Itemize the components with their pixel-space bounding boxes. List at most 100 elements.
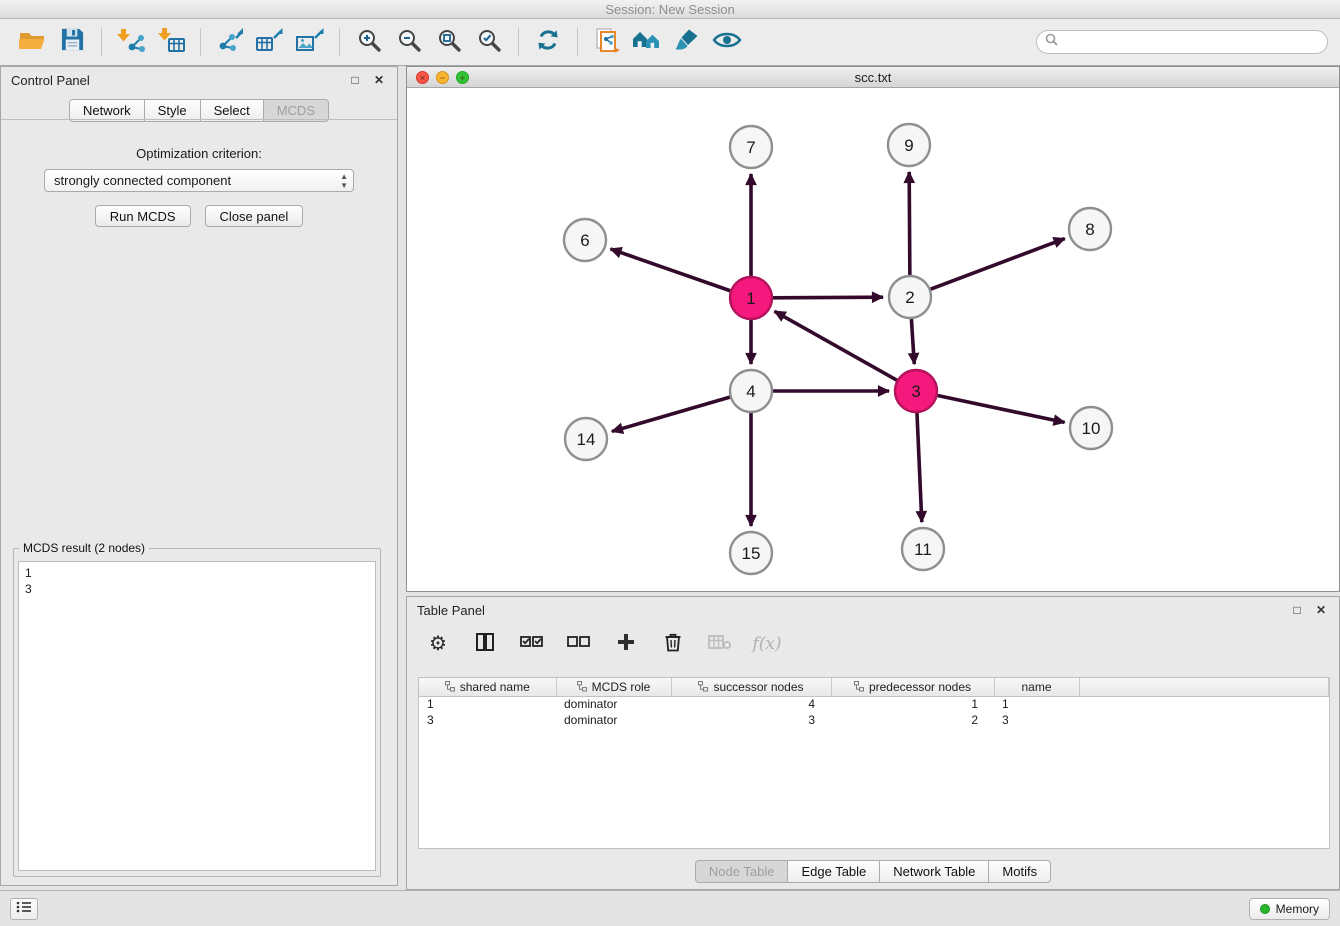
show-hide-button[interactable]: [707, 23, 747, 61]
export-network-button[interactable]: [210, 23, 250, 61]
table-settings-button[interactable]: ⚙: [425, 631, 451, 657]
column-type-icon: [854, 681, 864, 692]
tab-edge-table[interactable]: Edge Table: [787, 860, 880, 883]
toolbar-separator: [577, 28, 578, 56]
graph-node-1[interactable]: 1: [730, 277, 772, 319]
run-mcds-button[interactable]: Run MCDS: [95, 205, 191, 227]
graph-node-2[interactable]: 2: [889, 276, 931, 318]
cell-shared-name[interactable]: 3: [419, 712, 556, 728]
svg-text:7: 7: [746, 138, 755, 157]
search-input[interactable]: [1064, 35, 1319, 50]
import-network-button[interactable]: [111, 23, 151, 61]
table-row[interactable]: 1 dominator 4 1 1: [419, 696, 1329, 712]
graph-node-11[interactable]: 11: [902, 528, 944, 570]
graph-edge-2-3[interactable]: [911, 319, 914, 364]
graph-edge-4-14[interactable]: [612, 397, 730, 431]
network-canvas[interactable]: 7 9 6 8 1 2 4 3 14 10 15 11: [407, 88, 1339, 591]
cell-name[interactable]: 1: [994, 696, 1079, 712]
paintbrush-icon: [673, 27, 701, 58]
export-table-button[interactable]: [250, 23, 290, 61]
save-session-button[interactable]: [52, 23, 92, 61]
graph-edge-1-6[interactable]: [610, 249, 730, 291]
cell-successor-nodes[interactable]: 3: [671, 712, 831, 728]
memory-button[interactable]: Memory: [1249, 898, 1330, 920]
close-window-icon[interactable]: ×: [416, 71, 429, 84]
search-box[interactable]: [1036, 30, 1328, 54]
graph-edge-3-1[interactable]: [775, 311, 897, 380]
cell-successor-nodes[interactable]: 4: [671, 696, 831, 712]
export-image-button[interactable]: [290, 23, 330, 61]
graph-edge-1-2[interactable]: [773, 297, 883, 298]
network-view-window: × − + scc.txt 7968124314101511: [406, 66, 1340, 592]
graph-edge-2-9[interactable]: [909, 172, 910, 275]
graph-node-10[interactable]: 10: [1070, 407, 1112, 449]
cell-name[interactable]: 3: [994, 712, 1079, 728]
column-header-name[interactable]: name: [994, 678, 1079, 696]
svg-text:2: 2: [905, 288, 914, 307]
duplicate-network-button[interactable]: [587, 23, 627, 61]
graph-node-14[interactable]: 14: [565, 418, 607, 460]
graph-node-4[interactable]: 4: [730, 370, 772, 412]
float-table-panel-icon[interactable]: □: [1289, 602, 1305, 618]
cell-predecessor-nodes[interactable]: 1: [831, 696, 994, 712]
select-all-button[interactable]: [519, 631, 545, 657]
open-session-button[interactable]: [12, 23, 52, 61]
zoom-fit-button[interactable]: [429, 23, 469, 61]
graph-node-7[interactable]: 7: [730, 126, 772, 168]
graph-node-6[interactable]: 6: [564, 219, 606, 261]
tab-motifs[interactable]: Motifs: [988, 860, 1051, 883]
cell-predecessor-nodes[interactable]: 2: [831, 712, 994, 728]
mcds-result-list: 1 3: [18, 561, 376, 871]
refresh-layout-button[interactable]: [528, 23, 568, 61]
cell-mcds-role[interactable]: dominator: [556, 712, 671, 728]
zoom-fit-icon: [436, 27, 462, 58]
search-icon: [1045, 33, 1058, 51]
criterion-dropdown[interactable]: strongly connected component ▲▼: [44, 169, 354, 192]
close-panel-icon[interactable]: ✕: [371, 72, 387, 88]
zoom-selected-button[interactable]: [469, 23, 509, 61]
cell-shared-name[interactable]: 1: [419, 696, 556, 712]
fx-icon: f(x): [752, 634, 781, 654]
style-brush-button[interactable]: [667, 23, 707, 61]
graph-edge-3-11[interactable]: [917, 413, 922, 522]
graph-edge-3-10[interactable]: [938, 396, 1065, 423]
graph-node-9[interactable]: 9: [888, 124, 930, 166]
unselect-all-button[interactable]: [566, 631, 592, 657]
tab-network-table[interactable]: Network Table: [879, 860, 989, 883]
delete-column-button[interactable]: [660, 631, 686, 657]
float-panel-icon[interactable]: □: [347, 72, 363, 88]
minimize-window-icon[interactable]: −: [436, 71, 449, 84]
table-panel: Table Panel □ ✕ ⚙ f(x): [406, 596, 1340, 890]
zoom-in-button[interactable]: [349, 23, 389, 61]
cell-mcds-role[interactable]: dominator: [556, 696, 671, 712]
column-header-mcds-role[interactable]: MCDS role: [556, 678, 671, 696]
import-table-button[interactable]: [151, 23, 191, 61]
maximize-window-icon[interactable]: +: [456, 71, 469, 84]
mcds-panel-body: Optimization criterion: strongly connect…: [1, 119, 397, 885]
main-toolbar: [0, 19, 1340, 66]
column-header-shared-name[interactable]: shared name: [419, 678, 556, 696]
graph-node-15[interactable]: 15: [730, 532, 772, 574]
column-type-icon: [577, 681, 587, 692]
add-column-button[interactable]: [613, 631, 639, 657]
zoom-out-button[interactable]: [389, 23, 429, 61]
close-panel-button[interactable]: Close panel: [205, 205, 304, 227]
show-columns-button[interactable]: [472, 631, 498, 657]
graph-edge-2-8[interactable]: [931, 239, 1065, 290]
graph-node-8[interactable]: 8: [1069, 208, 1111, 250]
home-button[interactable]: [627, 23, 667, 61]
toolbar-separator: [200, 28, 201, 56]
export-table-icon: [255, 27, 285, 58]
task-history-button[interactable]: [10, 898, 38, 920]
graph-node-3[interactable]: 3: [895, 370, 937, 412]
table-row[interactable]: 3 dominator 3 2 3: [419, 712, 1329, 728]
memory-label: Memory: [1276, 902, 1319, 916]
eye-icon: [712, 29, 742, 56]
column-header-successor-nodes[interactable]: successor nodes: [671, 678, 831, 696]
close-table-panel-icon[interactable]: ✕: [1313, 602, 1329, 618]
export-network-icon: [215, 27, 245, 58]
refresh-icon: [534, 27, 562, 58]
columns-icon: [475, 632, 495, 657]
column-header-predecessor-nodes[interactable]: predecessor nodes: [831, 678, 994, 696]
tab-node-table[interactable]: Node Table: [695, 860, 789, 883]
